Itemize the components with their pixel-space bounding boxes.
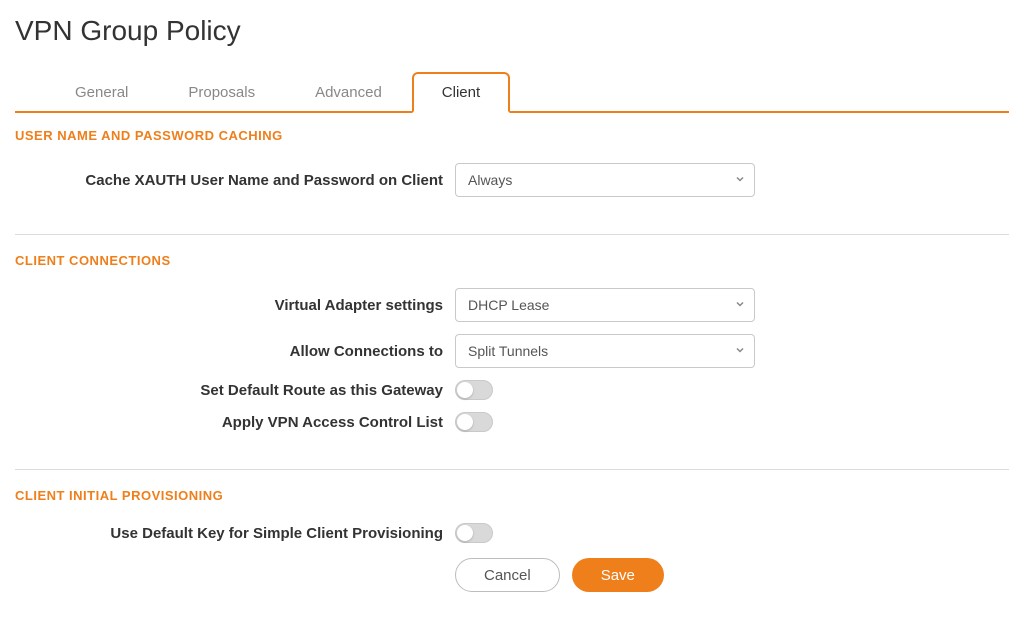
select-virtual-adapter-value: DHCP Lease [468,297,549,313]
row-virtual-adapter: Virtual Adapter settings DHCP Lease [15,288,1009,322]
section-header-connections: CLIENT CONNECTIONS [15,253,1009,268]
row-allow-connections: Allow Connections to Split Tunnels [15,334,1009,368]
toggle-default-route[interactable] [455,380,493,400]
chevron-down-icon [734,172,746,188]
chevron-down-icon [734,343,746,359]
row-cache-xauth: Cache XAUTH User Name and Password on Cl… [15,163,1009,197]
select-cache-xauth-value: Always [468,172,512,188]
section-caching: USER NAME AND PASSWORD CACHING Cache XAU… [15,128,1009,235]
tab-bar: General Proposals Advanced Client [15,72,1009,113]
row-default-key: Use Default Key for Simple Client Provis… [15,523,1009,543]
label-default-key: Use Default Key for Simple Client Provis… [15,525,455,542]
tab-proposals[interactable]: Proposals [158,72,285,113]
row-default-route: Set Default Route as this Gateway [15,380,1009,400]
tab-client[interactable]: Client [412,72,510,113]
select-allow-connections-value: Split Tunnels [468,343,548,359]
tab-advanced[interactable]: Advanced [285,72,412,113]
cancel-button[interactable]: Cancel [455,558,560,592]
toggle-knob [457,382,473,398]
label-allow-connections: Allow Connections to [15,343,455,360]
button-row: Cancel Save [15,558,1009,592]
toggle-acl[interactable] [455,412,493,432]
row-acl: Apply VPN Access Control List [15,412,1009,432]
toggle-default-key[interactable] [455,523,493,543]
section-connections: CLIENT CONNECTIONS Virtual Adapter setti… [15,253,1009,470]
page-title: VPN Group Policy [15,15,1009,47]
section-provisioning: CLIENT INITIAL PROVISIONING Use Default … [15,488,1009,617]
label-virtual-adapter: Virtual Adapter settings [15,297,455,314]
select-virtual-adapter[interactable]: DHCP Lease [455,288,755,322]
label-acl: Apply VPN Access Control List [15,414,455,431]
select-cache-xauth[interactable]: Always [455,163,755,197]
section-header-caching: USER NAME AND PASSWORD CACHING [15,128,1009,143]
chevron-down-icon [734,297,746,313]
label-default-route: Set Default Route as this Gateway [15,382,455,399]
section-header-provisioning: CLIENT INITIAL PROVISIONING [15,488,1009,503]
label-cache-xauth: Cache XAUTH User Name and Password on Cl… [15,172,455,189]
toggle-knob [457,414,473,430]
save-button[interactable]: Save [572,558,664,592]
toggle-knob [457,525,473,541]
select-allow-connections[interactable]: Split Tunnels [455,334,755,368]
tab-general[interactable]: General [45,72,158,113]
